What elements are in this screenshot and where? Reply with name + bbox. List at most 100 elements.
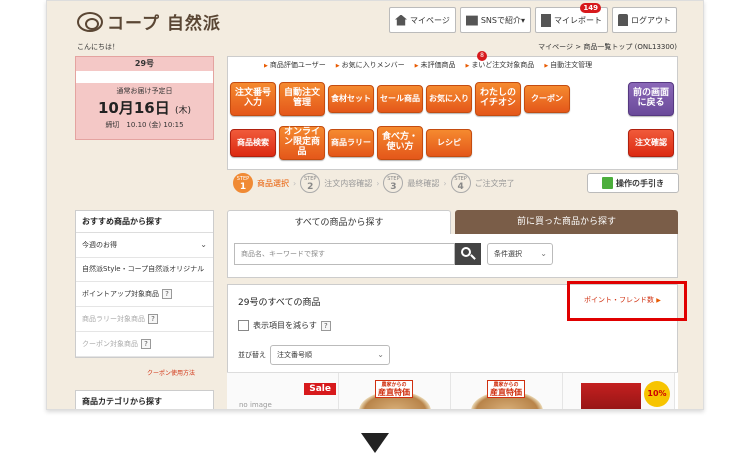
lock-icon [618,14,628,26]
tab-all-products[interactable]: すべての商品から探す [227,210,451,234]
myreport-button[interactable]: マイレポート 149 [535,3,608,33]
product-card[interactable]: 農家からの 産直特価 [339,373,451,409]
sidebar-item-rally[interactable]: 商品ラリー対象商品? [76,307,213,333]
site-logo[interactable]: コープ 自然派 [77,9,221,34]
search-panel: 商品名、キーワードで探す 条件選択 ⌄ [227,234,678,278]
search-input[interactable]: 商品名、キーワードで探す [234,243,455,265]
step-3-icon: STEP 3 [383,173,404,193]
delivery-weekday: (木) [174,106,191,116]
my-pick-button[interactable]: わたしのイチオシ [475,82,521,116]
chevron-down-icon: ⌄ [540,249,547,258]
menu-link-favorite-members[interactable]: お気に入りメンバー [336,60,405,70]
myreport-badge: 149 [580,3,601,13]
book-icon [602,177,613,189]
issue-number: 29号 [76,57,213,71]
sort-value: 注文番号順 [277,351,312,359]
coupon-button[interactable]: クーポン [524,85,570,113]
sidebar-item-label: クーポン対象商品 [82,339,138,348]
delivery-date-box: 29号 通常お届け予定日 10月16日 (木) 締切 10.10 (金) 10:… [75,56,214,140]
guide-button[interactable]: 操作の手引き [587,173,679,193]
help-icon[interactable]: ? [148,314,158,325]
search-button[interactable] [455,243,481,265]
step-4-label: ご注文完了 [474,178,515,188]
step-2-icon: STEP 2 [300,173,321,193]
tag-main-text: 産直特価 [490,388,522,397]
chevron-down-icon: ⌄ [377,350,384,359]
category-sidebar: 商品カテゴリから探す [75,390,214,409]
recipe-button[interactable]: レシピ [426,129,472,157]
step-1-label: 商品選択 [257,178,289,188]
back-button[interactable]: 前の画面に戻る [628,82,674,116]
product-rally-button[interactable]: 商品ラリー [328,129,374,157]
condition-select[interactable]: 条件選択 ⌄ [487,243,553,265]
recommend-title: おすすめ商品から探す [76,211,213,233]
sort-select[interactable]: 注文番号順 ⌄ [270,345,390,365]
step-3-number: 3 [390,182,397,192]
product-row: Sale no image 農家からの 産直特価 農家からの 産直特価 10% [227,372,678,409]
product-card[interactable]: 10% [563,373,675,409]
delivery-label: 通常お届け予定日 [116,87,173,95]
sidebar-item-weekly-deals[interactable]: 今週のお得 ⌄ [76,233,213,259]
direct-price-tag: 農家からの 産直特価 [487,380,525,398]
menu-link-unrated[interactable]: 未評価商品 [415,60,455,70]
site-header: コープ 自然派 マイページ SNSで紹介▾ マイレポート 149 ログアウト [47,1,703,39]
sidebar-item-original[interactable]: 自然派Style・コープ自然派オリジナル [76,258,213,283]
food-set-button[interactable]: 食材セット [328,85,374,113]
order-menu-panel: 商品評価ユーザー お気に入りメンバー 未評価商品 まいど注文対象商品 自動注文管… [227,51,678,170]
help-icon[interactable]: ? [320,320,331,331]
percent-badge: 10% [644,381,670,407]
results-title: 29号のすべての商品 [238,298,321,308]
chevron-down-icon: ⌄ [200,240,207,249]
help-icon[interactable]: ? [141,339,151,350]
sale-items-button[interactable]: セール商品 [377,85,423,113]
how-to-eat-button[interactable]: 食べ方・使い方 [377,126,423,160]
header-buttons: マイページ SNSで紹介▾ マイレポート 149 ログアウト [389,3,677,33]
mypage-label: マイページ [410,15,450,25]
delivery-date-value: 10月16日 [97,99,170,117]
step-2-number: 2 [307,182,314,192]
breadcrumb-mypage-link[interactable]: マイページ [538,43,573,51]
menu-links: 商品評価ユーザー お気に入りメンバー 未評価商品 まいど注文対象商品 自動注文管… [264,60,592,70]
sns-share-button[interactable]: SNSで紹介▾ [459,7,531,33]
no-image-text: no image [239,401,272,409]
point-friend-link[interactable]: ポイント・フレンド数 ▶ [584,295,661,305]
guide-label: 操作の手引き [616,178,664,188]
coupon-usage-link[interactable]: クーポン使用方法 [147,368,195,377]
sale-badge: Sale [304,383,336,395]
sidebar-item-label: 今週のお得 [82,240,117,249]
checkbox[interactable] [238,320,249,331]
auto-order-button[interactable]: 自動注文管理 [279,82,325,116]
myreport-label: マイレポート [554,15,602,25]
menu-link-maido[interactable]: まいど注文対象商品 [465,60,534,70]
product-card[interactable]: Sale no image [227,373,339,409]
sort-label: 並び替え [238,351,266,359]
favorites-button[interactable]: お気に入り [426,85,472,113]
sidebar-item-label: 自然派Style・コープ自然派オリジナル [82,265,205,274]
menu-link-auto-order[interactable]: 自動注文管理 [544,60,592,70]
sns-label: SNSで紹介▾ [480,15,525,25]
order-deadline: 締切 10.10 (金) 10:15 [105,121,184,129]
browser-frame: コープ 自然派 マイページ SNSで紹介▾ マイレポート 149 ログアウト こ… [46,0,704,410]
help-icon[interactable]: ? [162,289,172,300]
step-4-icon: STEP 4 [450,173,471,193]
delivery-date: 10月16日 (木) [76,97,213,118]
logout-button[interactable]: ログアウト [612,7,677,33]
sidebar-item-coupon[interactable]: クーポン対象商品? [76,332,213,358]
sidebar-item-point-up[interactable]: ポイントアップ対象商品? [76,282,213,308]
product-search-button[interactable]: 商品検索 [230,129,276,157]
reduce-items-toggle[interactable]: 表示項目を減らす ? [238,320,331,331]
breadcrumb: マイページ > 商品一覧トップ (ONL13300) [538,42,677,52]
step-3-label: 最終確認 [407,178,440,188]
online-limited-button[interactable]: オンライン限定商品 [279,126,325,160]
tab-past-purchases[interactable]: 前に買った商品から探す [455,210,678,234]
order-number-button[interactable]: 注文番号入力 [230,82,276,116]
step-1-icon: STEP 1 [233,173,253,193]
product-image [581,383,641,409]
menu-link-rating-users[interactable]: 商品評価ユーザー [264,60,326,70]
mypage-button[interactable]: マイページ [389,7,456,33]
chevron-right-icon: › [293,178,297,188]
arrow-right-icon: ▶ [656,297,661,304]
point-friend-label: ポイント・フレンド数 [584,296,654,304]
order-confirm-button[interactable]: 注文確認 [628,129,674,157]
product-card[interactable]: 農家からの 産直特価 [451,373,563,409]
